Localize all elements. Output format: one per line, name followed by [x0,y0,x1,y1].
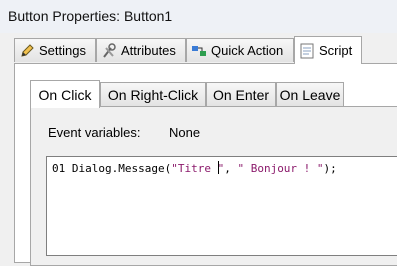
main-tab-strip: Settings Attributes Quick Action Script [0,36,397,64]
code-line: 01 Dialog.Message("Titre ", " Bonjour ! … [52,161,337,175]
code-string-arg2: " Bonjour ! " [237,162,324,175]
tab-label: Attributes [121,43,176,58]
line-number: 01 [52,162,66,175]
event-variables-value: None [169,125,201,140]
title-bar: Button Properties: Button1 [0,0,397,33]
tab-label: Quick Action [211,43,284,58]
tab-label: Script [319,43,353,58]
event-variables-label: Event variables: [48,125,141,140]
tab-on-click[interactable]: On Click [30,80,100,108]
tab-on-right-click[interactable]: On Right-Click [100,82,206,106]
tab-attributes[interactable]: Attributes [96,38,186,62]
code-call: Dialog.Message( [71,162,172,175]
pencil-icon [19,43,35,59]
quick-action-icon [191,43,207,59]
script-icon [299,43,315,59]
tab-settings[interactable]: Settings [14,38,96,62]
tab-quick-action[interactable]: Quick Action [186,38,294,62]
tab-on-leave[interactable]: On Leave [276,82,344,106]
code-separator: , [224,162,238,175]
tab-script[interactable]: Script [294,36,362,64]
tab-on-enter[interactable]: On Enter [206,82,276,106]
window-title: Button Properties: Button1 [8,8,173,24]
code-end: ); [323,162,337,175]
code-string-arg1: "Titre [171,162,218,175]
tools-icon [101,42,117,59]
script-editor[interactable]: 01 Dialog.Message("Titre ", " Bonjour ! … [46,156,397,256]
tab-label: Settings [39,43,86,58]
